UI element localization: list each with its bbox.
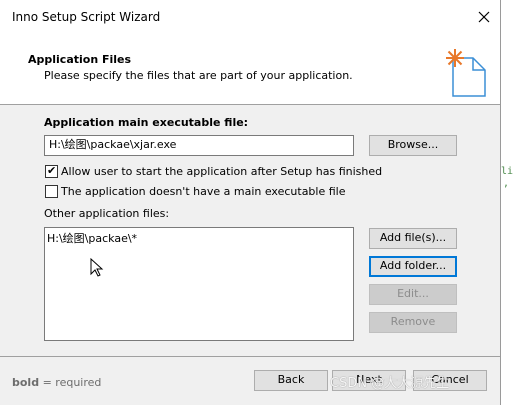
title-bar: Inno Setup Script Wizard (0, 0, 500, 34)
back-button[interactable]: Back (254, 370, 328, 391)
required-note: bold = required (12, 376, 101, 389)
wizard-page-icon (446, 49, 486, 97)
background-window-strip (501, 0, 513, 405)
wizard-dialog: Inno Setup Script Wizard Application Fil… (0, 0, 501, 405)
background-code-fragment: li (501, 166, 513, 177)
required-bold-word: bold (12, 376, 40, 389)
browse-button[interactable]: Browse... (369, 135, 457, 156)
allow-start-label[interactable]: Allow user to start the application afte… (61, 165, 382, 178)
edit-button[interactable]: Edit... (369, 284, 457, 305)
add-folder-button[interactable]: Add folder... (369, 256, 457, 277)
allow-start-checkbox[interactable]: ✔ (45, 164, 58, 178)
window-title: Inno Setup Script Wizard (12, 10, 161, 24)
other-files-list[interactable]: H:\绘图\packae\* (44, 227, 354, 341)
main-executable-field[interactable]: H:\绘图\packae\xjar.exe (44, 135, 354, 156)
page-title: Application Files (28, 53, 132, 66)
check-mark-icon: ✔ (47, 164, 57, 177)
close-icon[interactable] (474, 7, 494, 27)
list-item[interactable]: H:\绘图\packae\* (47, 230, 137, 246)
main-executable-label: Application main executable file: (44, 116, 249, 129)
no-main-exe-label[interactable]: The application doesn't have a main exec… (61, 185, 346, 198)
other-files-label: Other application files: (44, 207, 170, 220)
background-code-fragment: , (503, 178, 510, 189)
add-files-button[interactable]: Add file(s)... (369, 228, 457, 249)
mouse-pointer-icon (90, 258, 104, 277)
required-text: = required (39, 376, 102, 389)
remove-button[interactable]: Remove (369, 312, 457, 333)
watermark: CSDN @大大源先生 (330, 376, 450, 391)
wizard-header: Application Files Please specify the fil… (0, 34, 500, 105)
no-main-exe-checkbox[interactable] (45, 185, 58, 198)
page-subtitle: Please specify the files that are part o… (44, 69, 353, 82)
footer-divider (0, 356, 500, 357)
